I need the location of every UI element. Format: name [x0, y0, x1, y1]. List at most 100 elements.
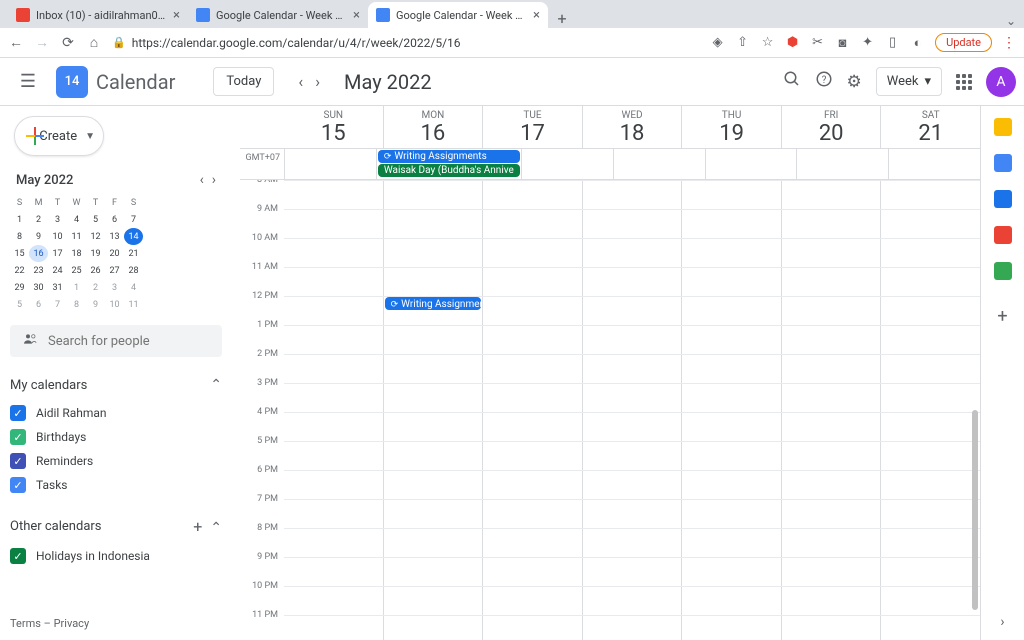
sidepanel-app-icon[interactable] — [994, 262, 1012, 280]
time-cell[interactable] — [582, 326, 682, 354]
sidepanel-app-icon[interactable] — [994, 154, 1012, 172]
time-cell[interactable] — [582, 529, 682, 557]
ext-icon-4[interactable]: ▯ — [885, 35, 900, 50]
allday-cell[interactable] — [521, 149, 613, 179]
allday-cell[interactable]: ⟳Writing AssignmentsWaisak Day (Buddha's… — [376, 149, 521, 179]
time-cell[interactable] — [880, 355, 980, 383]
time-cell[interactable] — [284, 210, 383, 238]
time-cell[interactable] — [781, 210, 881, 238]
mini-prev-icon[interactable]: ‹ — [200, 172, 204, 188]
time-cell[interactable] — [383, 587, 483, 615]
time-cell[interactable] — [482, 384, 582, 412]
time-cell[interactable] — [582, 471, 682, 499]
my-calendars-toggle[interactable]: My calendars ⌃ — [10, 375, 222, 395]
mini-day[interactable]: 9 — [86, 296, 105, 313]
time-cell[interactable] — [284, 413, 383, 441]
search-icon[interactable] — [783, 70, 801, 93]
mini-day[interactable]: 20 — [105, 245, 124, 262]
time-cell[interactable] — [880, 268, 980, 296]
time-cell[interactable] — [582, 239, 682, 267]
time-cell[interactable] — [383, 471, 483, 499]
mini-day[interactable]: 9 — [29, 228, 48, 245]
time-cell[interactable] — [681, 210, 781, 238]
calendar-checkbox[interactable] — [10, 477, 26, 493]
mini-day[interactable]: 8 — [67, 296, 86, 313]
allday-cell[interactable] — [796, 149, 888, 179]
time-cell[interactable] — [781, 500, 881, 528]
account-avatar[interactable]: A — [986, 67, 1016, 97]
time-cell[interactable] — [482, 413, 582, 441]
star-icon[interactable]: ☆ — [760, 35, 775, 50]
time-cell[interactable] — [681, 616, 781, 640]
time-cell[interactable] — [383, 268, 483, 296]
time-cell[interactable] — [781, 181, 881, 209]
time-cell[interactable] — [383, 413, 483, 441]
time-cell[interactable] — [582, 297, 682, 325]
mini-day[interactable]: 10 — [48, 228, 67, 245]
calendar-item[interactable]: Reminders — [10, 449, 222, 473]
time-cell[interactable] — [781, 442, 881, 470]
time-cell[interactable] — [482, 471, 582, 499]
time-cell[interactable] — [482, 558, 582, 586]
time-cell[interactable] — [781, 384, 881, 412]
browser-tab[interactable]: Google Calendar - Week of 15× — [368, 2, 548, 28]
close-tab-icon[interactable]: × — [173, 8, 180, 23]
current-period-label[interactable]: May 2022 — [344, 70, 432, 94]
back-icon[interactable]: ← — [8, 34, 24, 51]
time-cell[interactable] — [284, 239, 383, 267]
time-cell[interactable] — [582, 442, 682, 470]
time-cell[interactable] — [880, 181, 980, 209]
mini-day[interactable]: 3 — [48, 211, 67, 228]
calendar-item[interactable]: Aidil Rahman — [10, 401, 222, 425]
mini-day[interactable]: 19 — [86, 245, 105, 262]
time-cell[interactable] — [284, 616, 383, 640]
new-tab-button[interactable]: + — [548, 9, 576, 28]
time-cell[interactable] — [880, 239, 980, 267]
time-cell[interactable] — [383, 442, 483, 470]
time-cell[interactable] — [284, 384, 383, 412]
time-cell[interactable] — [383, 384, 483, 412]
close-tab-icon[interactable]: × — [533, 8, 540, 23]
privacy-link[interactable]: Privacy — [54, 617, 90, 630]
calendar-checkbox[interactable] — [10, 453, 26, 469]
time-cell[interactable] — [482, 442, 582, 470]
mini-day[interactable]: 12 — [86, 228, 105, 245]
day-header[interactable]: FRI20 — [781, 106, 881, 148]
time-cell[interactable] — [482, 239, 582, 267]
ext-icon-3[interactable]: ◙ — [835, 35, 850, 50]
time-cell[interactable] — [383, 239, 483, 267]
share-icon[interactable]: ⇧ — [735, 35, 750, 50]
calendar-item[interactable]: Birthdays — [10, 425, 222, 449]
time-cell[interactable] — [681, 355, 781, 383]
google-apps-icon[interactable] — [956, 74, 972, 90]
mini-day[interactable]: 18 — [67, 245, 86, 262]
time-cell[interactable] — [582, 558, 682, 586]
mini-day[interactable]: 13 — [105, 228, 124, 245]
time-cell[interactable] — [781, 413, 881, 441]
time-cell[interactable] — [781, 587, 881, 615]
time-cell[interactable] — [880, 326, 980, 354]
time-cell[interactable] — [880, 413, 980, 441]
allday-event[interactable]: Waisak Day (Buddha's Annive — [378, 164, 520, 177]
create-button[interactable]: Create ▼ — [14, 116, 104, 156]
time-cell[interactable] — [681, 413, 781, 441]
day-header[interactable]: THU19 — [681, 106, 781, 148]
mini-day[interactable]: 11 — [67, 228, 86, 245]
mini-day[interactable]: 7 — [124, 211, 143, 228]
time-grid[interactable]: 8 AM9 AM10 AM11 AM12 PM⟳Writing Assignme… — [240, 180, 980, 640]
time-cell[interactable] — [482, 500, 582, 528]
mini-day[interactable]: 6 — [105, 211, 124, 228]
main-menu-icon[interactable]: ☰ — [8, 71, 48, 92]
adblock-icon[interactable]: ⬢ — [785, 35, 800, 50]
mini-day[interactable]: 23 — [29, 262, 48, 279]
time-cell[interactable] — [781, 471, 881, 499]
time-cell[interactable] — [582, 268, 682, 296]
mini-day[interactable]: 15 — [10, 245, 29, 262]
time-cell[interactable] — [681, 529, 781, 557]
day-header[interactable]: MON16 — [383, 106, 483, 148]
mini-day[interactable]: 21 — [124, 245, 143, 262]
extensions-icon[interactable]: ✦ — [860, 35, 875, 50]
mini-day[interactable]: 28 — [124, 262, 143, 279]
collapse-panel-icon[interactable]: › — [1000, 614, 1004, 630]
time-cell[interactable] — [880, 384, 980, 412]
